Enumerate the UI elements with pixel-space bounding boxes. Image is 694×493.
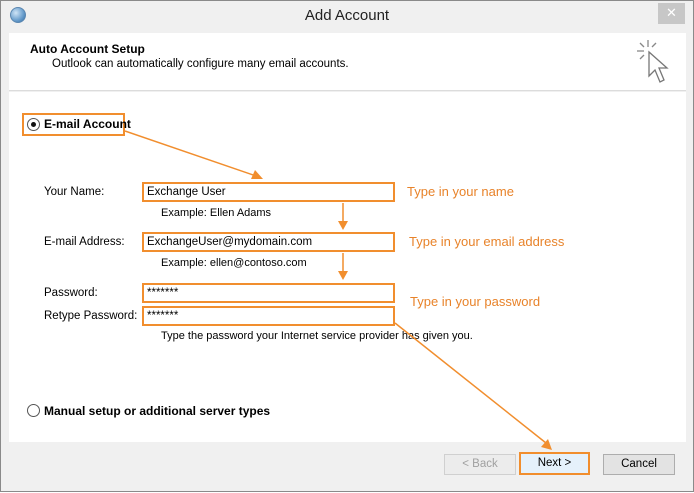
cancel-button[interactable]: Cancel: [603, 454, 675, 475]
email-account-label[interactable]: E-mail Account: [44, 117, 131, 131]
window-title: Add Account: [304, 7, 390, 24]
email-account-radio[interactable]: [27, 118, 40, 131]
retype-password-label: Retype Password:: [44, 310, 138, 322]
your-name-example: Example: Ellen Adams: [161, 207, 272, 219]
email-address-label: E-mail Address:: [44, 236, 125, 248]
title-bar: Add Account ✕: [1, 1, 693, 32]
email-annotation: Type in your email address: [409, 234, 565, 249]
header-title: Auto Account Setup: [30, 42, 145, 56]
close-button[interactable]: ✕: [658, 3, 685, 24]
email-address-example: Example: ellen@contoso.com: [161, 257, 307, 269]
name-annotation: Type in your name: [407, 184, 514, 199]
password-label: Password:: [44, 287, 98, 299]
manual-setup-radio[interactable]: [27, 404, 40, 417]
manual-setup-label[interactable]: Manual setup or additional server types: [44, 404, 270, 418]
content-panel: [9, 92, 686, 442]
next-button[interactable]: Next >: [519, 452, 590, 475]
header-panel: Auto Account Setup Outlook can automatic…: [9, 33, 686, 91]
your-name-label: Your Name:: [44, 186, 105, 198]
cursor-sparkle-icon: [637, 40, 669, 83]
header-subtitle: Outlook can automatically configure many…: [52, 58, 349, 70]
password-hint: Type the password your Internet service …: [161, 330, 473, 342]
back-button[interactable]: < Back: [444, 454, 516, 475]
your-name-input[interactable]: [142, 182, 395, 202]
password-input[interactable]: [142, 283, 395, 303]
email-address-input[interactable]: [142, 232, 395, 252]
retype-password-input[interactable]: [142, 306, 395, 326]
password-annotation: Type in your password: [410, 294, 541, 309]
add-account-dialog: Add Account ✕ Auto Account Setup Outlook…: [0, 0, 694, 492]
